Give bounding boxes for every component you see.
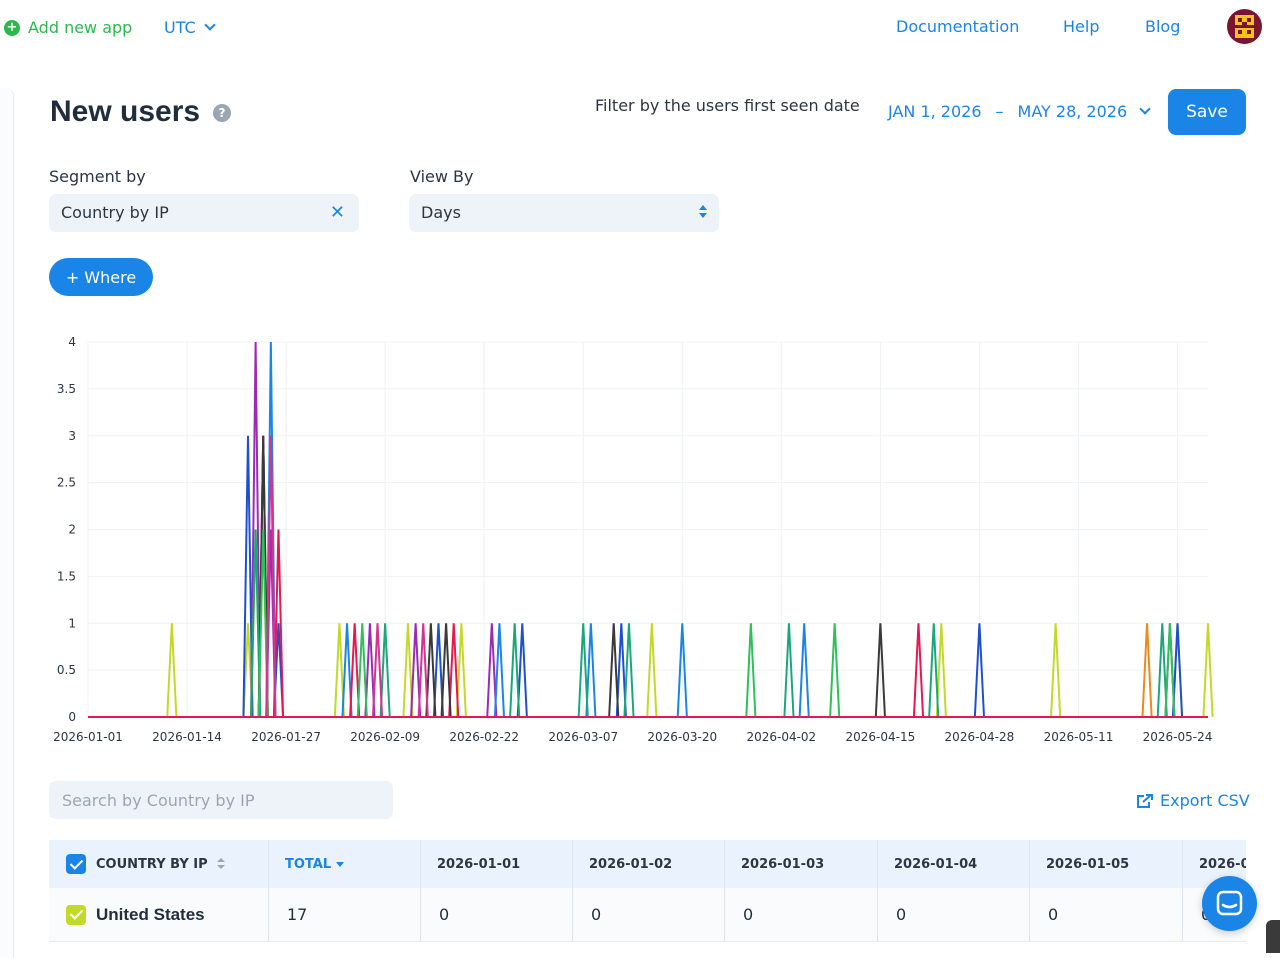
column-header-country-label: COUNTRY BY IP: [96, 856, 208, 872]
blog-link[interactable]: Blog: [1145, 17, 1180, 36]
x-tick-label: 2026-05-24: [1143, 730, 1213, 744]
add-where-button[interactable]: + Where: [49, 258, 153, 296]
x-tick-label: 2026-02-22: [449, 730, 519, 744]
page-title: New users: [50, 95, 201, 128]
add-new-app-label: Add new app: [28, 18, 133, 37]
filter-label: Filter by the users first seen date: [595, 96, 860, 115]
table-row[interactable]: United States 17 0 0 0 0 0 0: [49, 888, 1246, 942]
x-tick-label: 2026-04-02: [746, 730, 816, 744]
export-icon: [1137, 793, 1153, 808]
y-tick-label: 0.5: [57, 663, 76, 677]
column-header-country[interactable]: COUNTRY BY IP: [49, 840, 269, 888]
help-link[interactable]: Help: [1063, 17, 1099, 36]
scroll-edge: [1266, 920, 1280, 953]
x-tick-label: 2026-02-09: [350, 730, 420, 744]
view-by-label: View By: [410, 167, 474, 186]
date-start: JAN 1, 2026: [888, 102, 982, 121]
value-cell: 0: [573, 888, 725, 941]
top-bar: + Add new app UTC Documentation Help Blo…: [0, 0, 1280, 58]
sort-icon: [216, 858, 225, 870]
column-header-total[interactable]: TOTAL: [269, 840, 421, 888]
column-header-total-label: TOTAL: [285, 856, 332, 872]
export-csv-label: Export CSV: [1160, 791, 1250, 810]
column-header-date[interactable]: 2026-01-01: [421, 840, 573, 888]
help-icon[interactable]: ?: [213, 104, 231, 122]
left-panel-edge: [0, 88, 14, 958]
y-tick-label: 3.5: [57, 382, 76, 396]
y-tick-label: 1.5: [57, 569, 76, 583]
value-cell: 0: [1030, 888, 1183, 941]
x-tick-label: 2026-04-15: [846, 730, 916, 744]
chevron-down-icon: [1139, 103, 1151, 115]
new-users-chart: 0 0.5 1 1.5 2 2.5 3 3.5 4 2026-01-01 2026-01-14 20…: [53, 335, 1214, 744]
chat-launcher-button[interactable]: [1202, 876, 1257, 931]
y-tick-label: 2.5: [57, 476, 76, 490]
select-all-checkbox[interactable]: [66, 854, 86, 874]
timezone-select[interactable]: UTC: [164, 18, 216, 37]
view-by-value: Days: [421, 203, 461, 222]
segment-by-label: Segment by: [49, 167, 146, 186]
column-header-date[interactable]: 2026-01-02: [573, 840, 725, 888]
y-tick-label: 3: [68, 429, 76, 443]
total-cell: 17: [269, 888, 421, 941]
value-cell: 0: [421, 888, 573, 941]
y-tick-label: 2: [68, 523, 76, 537]
documentation-link[interactable]: Documentation: [896, 17, 1019, 36]
x-tick-label: 2026-04-28: [945, 730, 1015, 744]
x-tick-label: 2026-01-01: [53, 730, 123, 744]
date-end: MAY 28, 2026: [1017, 102, 1128, 121]
column-header-date[interactable]: 2026-01-03: [725, 840, 878, 888]
segment-by-select[interactable]: Country by IP ✕: [49, 194, 359, 232]
clear-icon[interactable]: ✕: [330, 202, 345, 223]
y-tick-label: 0: [68, 710, 76, 724]
view-by-select[interactable]: Days: [409, 194, 719, 232]
select-arrows-icon: [699, 205, 707, 221]
y-tick-label: 4: [68, 335, 76, 349]
export-csv-button[interactable]: Export CSV: [1136, 791, 1250, 810]
sort-down-icon: [336, 861, 345, 867]
table-header: COUNTRY BY IP TOTAL 2026-01-01 2026-01-0…: [49, 840, 1246, 888]
chevron-down-icon: [204, 19, 216, 31]
y-tick-label: 1: [68, 616, 76, 630]
value-cell: 0: [725, 888, 878, 941]
country-name: United States: [96, 904, 205, 924]
date-range-picker[interactable]: JAN 1, 2026 – MAY 28, 2026: [888, 102, 1151, 121]
date-separator: –: [995, 102, 1004, 121]
x-tick-label: 2026-03-07: [548, 730, 618, 744]
x-tick-label: 2026-01-14: [152, 730, 222, 744]
country-cell: United States: [49, 888, 269, 941]
plus-circle-icon: +: [4, 19, 20, 36]
chat-icon: [1216, 890, 1243, 916]
segment-by-value: Country by IP: [61, 203, 169, 222]
row-checkbox[interactable]: [66, 904, 86, 925]
avatar[interactable]: [1227, 9, 1262, 44]
x-tick-label: 2026-03-20: [647, 730, 717, 744]
column-header-date[interactable]: 2026-01-05: [1030, 840, 1183, 888]
save-button[interactable]: Save: [1168, 89, 1246, 135]
search-input[interactable]: [49, 781, 393, 819]
column-header-date[interactable]: 2026-01-04: [878, 840, 1030, 888]
x-tick-label: 2026-01-27: [251, 730, 321, 744]
x-tick-label: 2026-05-11: [1044, 730, 1114, 744]
data-table: COUNTRY BY IP TOTAL 2026-01-01 2026-01-0…: [49, 840, 1246, 953]
value-cell: 0: [878, 888, 1030, 941]
timezone-value: UTC: [164, 18, 196, 37]
add-new-app-link[interactable]: + Add new app: [4, 18, 132, 37]
